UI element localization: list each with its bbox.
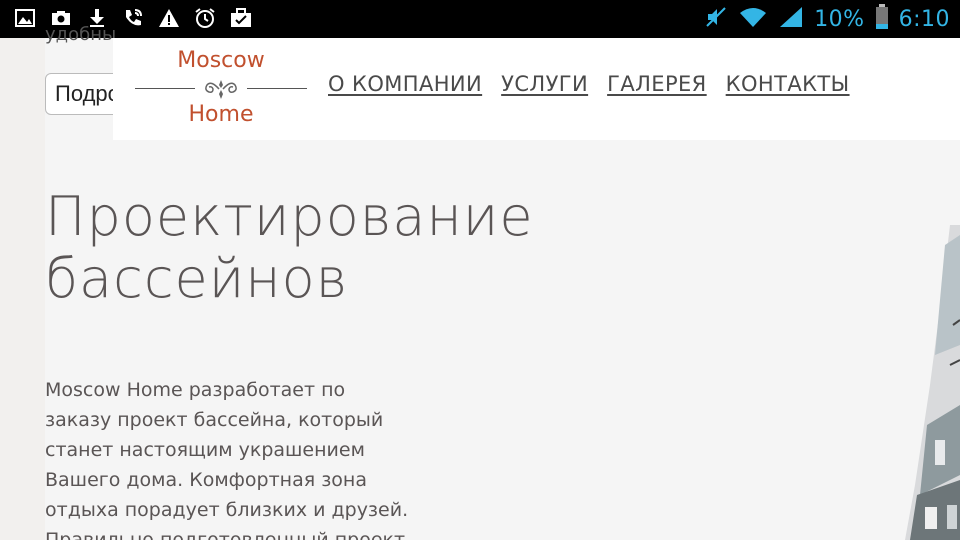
battery-icon — [875, 4, 889, 34]
status-bar: 10% 6:10 — [0, 0, 960, 38]
phone-call-icon — [122, 6, 144, 30]
signal-icon — [778, 5, 804, 33]
mute-icon — [704, 5, 728, 33]
intro-paragraph: Moscow Home разработает по заказу проект… — [45, 379, 409, 540]
briefcase-check-icon — [230, 6, 252, 30]
site-logo[interactable]: Moscow Home — [135, 46, 307, 132]
page-title-line-1: Проектирование — [45, 185, 534, 248]
partially-hidden-text: удобны — [45, 24, 117, 45]
logo-divider-right — [247, 88, 307, 89]
system-indicators: 10% 6:10 — [704, 4, 950, 34]
logo-divider-left — [135, 88, 195, 89]
clock: 6:10 — [898, 6, 950, 32]
site-header: Moscow Home О КОМПАНИИ УСЛУГИ ГАЛЕРЕЯ КО… — [113, 38, 960, 140]
battery-percent: 10% — [814, 6, 865, 32]
logo-top-text: Moscow — [177, 48, 265, 73]
nav-gallery[interactable]: ГАЛЕРЕЯ — [607, 72, 707, 96]
main-nav: О КОМПАНИИ УСЛУГИ ГАЛЕРЕЯ КОНТАКТЫ — [328, 72, 850, 96]
page-title-line-2: бассейнов — [45, 247, 349, 310]
nav-about[interactable]: О КОМПАНИИ — [328, 72, 482, 96]
logo-ornament-icon — [205, 80, 237, 99]
nav-services[interactable]: УСЛУГИ — [501, 72, 588, 96]
warning-icon — [158, 6, 180, 30]
wifi-icon — [738, 5, 768, 33]
building-image — [905, 225, 960, 540]
nav-contacts[interactable]: КОНТАКТЫ — [726, 72, 850, 96]
gallery-icon — [14, 6, 36, 30]
logo-bottom-text: Home — [188, 102, 254, 127]
page-left-margin — [0, 38, 45, 540]
alarm-icon — [194, 6, 216, 30]
page-title: Проектирование бассейнов — [45, 186, 605, 310]
